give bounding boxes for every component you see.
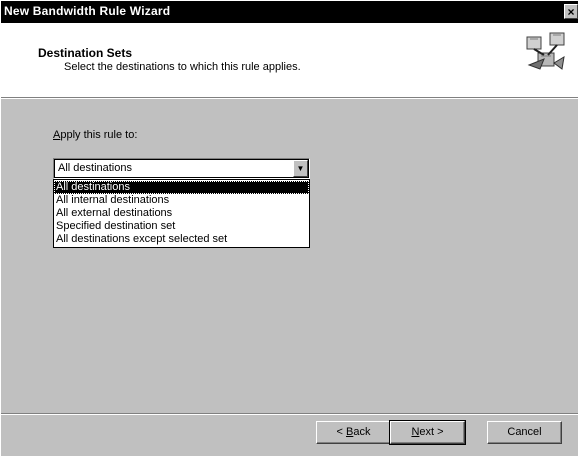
apply-rule-label: Apply this rule to: — [53, 129, 137, 141]
wizard-window: New Bandwidth Rule Wizard × Destination … — [0, 0, 578, 456]
page-subtitle: Select the destinations to which this ru… — [64, 61, 301, 73]
back-button-label: ack — [353, 426, 371, 438]
combobox-value: All destinations — [58, 162, 132, 174]
destination-combobox[interactable]: All destinations ▼ — [53, 158, 310, 179]
dropdown-option-internal[interactable]: All internal destinations — [54, 194, 309, 207]
wizard-header: Destination Sets Select the destinations… — [1, 23, 578, 97]
dropdown-option-all-destinations[interactable]: All destinations — [54, 181, 309, 194]
header-divider — [1, 97, 578, 99]
apply-label-text: pply this rule to: — [60, 129, 138, 141]
chevron-down-icon: ▼ — [296, 164, 305, 173]
cancel-button[interactable]: Cancel — [487, 421, 562, 444]
dropdown-option-except-selected[interactable]: All destinations except selected set — [54, 233, 309, 246]
combobox-dropdown-button[interactable]: ▼ — [293, 160, 308, 177]
title-bar[interactable]: New Bandwidth Rule Wizard × — [1, 1, 578, 23]
next-button-label: ext > — [419, 426, 444, 438]
window-title: New Bandwidth Rule Wizard — [4, 4, 171, 18]
back-button-prefix: < — [336, 426, 346, 438]
close-icon: × — [567, 5, 575, 19]
close-button[interactable]: × — [564, 4, 578, 19]
footer-divider — [1, 413, 578, 415]
next-button[interactable]: Next > — [389, 420, 466, 445]
back-button[interactable]: < Back — [316, 421, 391, 444]
dropdown-option-specified-set[interactable]: Specified destination set — [54, 220, 309, 233]
dropdown-option-external[interactable]: All external destinations — [54, 207, 309, 220]
page-title: Destination Sets — [38, 46, 133, 60]
wizard-network-icon — [526, 32, 565, 70]
destination-dropdown-list: All destinations All internal destinatio… — [53, 179, 310, 248]
